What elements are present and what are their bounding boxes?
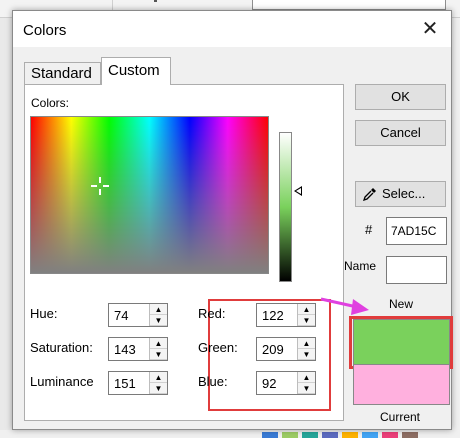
ok-button[interactable]: OK	[355, 84, 446, 110]
saturation-stepper[interactable]: 143 ▲ ▼	[108, 337, 168, 361]
pointer-arrow-icon	[320, 297, 369, 315]
eyedropper-icon	[363, 188, 376, 201]
title-bar: Colors ✕	[13, 11, 451, 47]
name-label: Name	[344, 259, 377, 273]
name-input[interactable]	[386, 256, 447, 284]
tab-custom[interactable]: Custom	[101, 57, 171, 85]
blue-label: Blue:	[198, 374, 228, 389]
blue-value: 92	[262, 376, 277, 391]
crosshair-icon	[91, 177, 109, 195]
background-taskbar	[0, 430, 460, 438]
colors-label: Colors:	[31, 96, 70, 110]
saturation-down-icon[interactable]: ▼	[150, 349, 167, 360]
luminance-up-icon[interactable]: ▲	[150, 372, 167, 383]
luminance-label: Luminance	[30, 374, 94, 389]
saturation-value: 143	[114, 342, 136, 357]
hue-up-icon[interactable]: ▲	[150, 304, 167, 315]
color-spectrum[interactable]	[30, 116, 269, 274]
green-label: Green:	[198, 340, 238, 355]
new-highlight-box	[349, 316, 453, 369]
cancel-button[interactable]: Cancel	[355, 120, 446, 146]
green-up-icon[interactable]: ▲	[298, 338, 315, 349]
current-color-swatch	[353, 365, 450, 405]
hue-stepper[interactable]: 74 ▲ ▼	[108, 303, 168, 327]
tab-standard[interactable]: Standard	[24, 62, 101, 84]
red-label: Red:	[198, 306, 226, 321]
custom-panel: Colors: Hue: 74 ▲ ▼ Saturation: 143 ▲ ▼ Lu…	[24, 84, 344, 421]
luminance-slider-arrow-icon[interactable]	[294, 186, 302, 196]
blue-stepper[interactable]: 92 ▲ ▼	[256, 371, 316, 395]
red-value: 122	[262, 308, 284, 323]
select-eyedropper-button[interactable]: Selec...	[355, 181, 446, 207]
saturation-up-icon[interactable]: ▲	[150, 338, 167, 349]
colors-dialog: Colors ✕ Standard Custom Colors: Hue: 74…	[12, 10, 453, 430]
green-stepper[interactable]: 209 ▲ ▼	[256, 337, 316, 361]
close-icon[interactable]: ✕	[417, 18, 443, 40]
background-panel	[451, 18, 460, 438]
luminance-value: 151	[114, 376, 136, 391]
dialog-title: Colors	[23, 22, 67, 39]
hue-down-icon[interactable]: ▼	[150, 315, 167, 326]
select-label: Selec...	[382, 186, 426, 201]
green-value: 209	[262, 342, 284, 357]
saturation-label: Saturation:	[30, 340, 93, 355]
blue-down-icon[interactable]: ▼	[298, 383, 315, 394]
hue-value: 74	[114, 308, 129, 323]
background-caret	[154, 0, 157, 2]
green-down-icon[interactable]: ▼	[298, 349, 315, 360]
new-label: New	[389, 297, 414, 311]
current-label: Current	[380, 410, 421, 424]
red-stepper[interactable]: 122 ▲ ▼	[256, 303, 316, 327]
luminance-down-icon[interactable]: ▼	[150, 383, 167, 394]
hue-label: Hue:	[30, 306, 58, 321]
blue-up-icon[interactable]: ▲	[298, 372, 315, 383]
luminance-bar[interactable]	[279, 132, 292, 282]
hex-input[interactable]: 7AD15C	[386, 217, 447, 245]
background-input	[252, 0, 446, 10]
luminance-stepper[interactable]: 151 ▲ ▼	[108, 371, 168, 395]
hex-label: #	[365, 222, 373, 237]
